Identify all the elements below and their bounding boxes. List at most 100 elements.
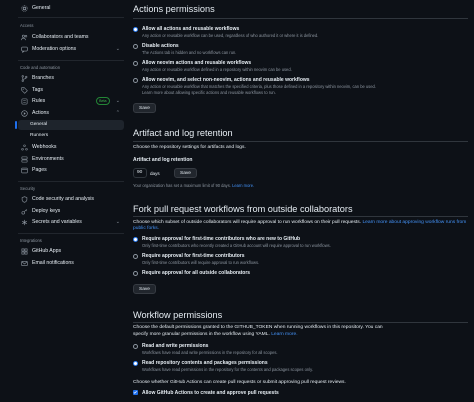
learn-more-link[interactable]: Learn more.: [232, 183, 254, 188]
section-head-security: Security: [20, 186, 36, 191]
section-divider: [133, 141, 468, 142]
sidebar-item-tags[interactable]: Tags: [18, 85, 124, 95]
radio-label: Require approval for first-time contribu…: [142, 253, 245, 259]
pr-description: Choose whether GitHub Actions can create…: [133, 380, 346, 385]
radio-button[interactable]: [133, 253, 139, 259]
learn-more-link[interactable]: Learn more about allowing specific actio…: [142, 90, 276, 95]
sidebar-item-label: Deploy keys: [32, 207, 61, 214]
section-title-artifact: Artifact and log retention: [133, 128, 233, 138]
chevron-down-icon: ⌄: [115, 218, 120, 225]
workflow-desc-line2: specify more granular permissions in the…: [133, 332, 298, 338]
radio-help: Any action or reusable workflow defined …: [142, 66, 292, 72]
shield-lock-icon: [20, 195, 28, 203]
sidebar-item-code-security[interactable]: Code security and analysis: [18, 194, 124, 204]
asterisk-icon: [20, 218, 28, 226]
sidebar-item-actions[interactable]: Actions ⌃: [18, 108, 124, 118]
section-description: Choose the repository settings for artif…: [133, 145, 246, 150]
retention-days-input[interactable]: 90: [133, 168, 147, 178]
sidebar-item-label: Moderation options: [32, 45, 77, 52]
radio-button[interactable]: [133, 270, 139, 276]
sidebar-item-secrets[interactable]: Secrets and variables ⌄: [18, 217, 124, 227]
sidebar-item-rules[interactable]: Rules Beta ⌄: [18, 96, 124, 106]
fork-desc-text: Choose which subset of outside collabora…: [133, 220, 362, 225]
chevron-down-icon: ⌄: [115, 97, 120, 104]
radio-label: Require approval for all outside collabo…: [142, 270, 251, 276]
sidebar-divider: [18, 181, 124, 182]
section-divider: [133, 322, 468, 323]
radio-button[interactable]: [133, 360, 139, 366]
allow-pr-label: Allow GitHub Actions to create and appro…: [142, 390, 279, 396]
sidebar-item-actions-runners[interactable]: Runners: [18, 131, 124, 141]
workflow-desc-line1: Choose the default permissions granted t…: [133, 325, 383, 330]
radio-button[interactable]: [133, 26, 139, 32]
radio-button[interactable]: [133, 77, 139, 83]
retention-help-text: Your organization has set a maximum limi…: [133, 183, 231, 188]
radio-button[interactable]: [133, 343, 139, 349]
rules-icon: [20, 97, 28, 105]
sidebar-item-label: Branches: [32, 74, 54, 81]
sidebar-item-label: Actions: [32, 109, 50, 116]
retention-label: Artifact and log retention: [133, 157, 193, 163]
sidebar-item-label: Pages: [32, 166, 47, 173]
sidebar-item-environments[interactable]: Environments: [18, 154, 124, 164]
play-icon: [20, 109, 28, 117]
browser-icon: [20, 166, 28, 174]
radio-help: The Actions tab is hidden and no workflo…: [142, 49, 237, 55]
mail-icon: [20, 259, 28, 267]
sidebar-item-pages[interactable]: Pages: [18, 165, 124, 175]
sidebar-item-label: Webhooks: [32, 143, 57, 150]
radio-button[interactable]: [133, 236, 139, 242]
sidebar-item-label: GitHub Apps: [32, 247, 62, 254]
save-retention-button[interactable]: Save: [174, 168, 197, 178]
sidebar-item-branches[interactable]: Branches: [18, 73, 124, 83]
sidebar-item-actions-general[interactable]: General: [18, 120, 124, 130]
chevron-down-icon: ⌄: [115, 45, 120, 52]
beta-badge: Beta: [95, 97, 110, 105]
comment-icon: [20, 45, 28, 53]
radio-help: Only first-time contributors who recentl…: [142, 242, 331, 248]
allow-pr-checkbox[interactable]: [133, 390, 139, 396]
section-divider: [133, 18, 468, 19]
learn-more-link[interactable]: Learn: [362, 220, 375, 225]
gear-icon: [20, 4, 28, 12]
tag-icon: [20, 86, 28, 94]
sidebar-divider: [18, 60, 124, 61]
sidebar-item-deploy-keys[interactable]: Deploy keys: [18, 206, 124, 216]
radio-help: Workflows have read permissions in the r…: [142, 366, 313, 372]
key-icon: [20, 207, 28, 215]
learn-more-link[interactable]: Learn more.: [271, 332, 297, 337]
radio-label: Allow neovim, and select non-neovim, act…: [142, 77, 310, 83]
retention-help: Your organization has set a maximum limi…: [133, 183, 254, 188]
active-indicator: [15, 121, 17, 129]
section-divider: [133, 216, 468, 217]
sidebar-item-moderation[interactable]: Moderation options ⌄: [18, 44, 124, 54]
apps-icon: [20, 247, 28, 255]
section-title-workflow: Workflow permissions: [133, 310, 223, 320]
radio-label: Allow all actions and reusable workflows: [142, 26, 240, 32]
sidebar-item-collaborators[interactable]: Collaborators and teams: [18, 32, 124, 42]
radio-help: Workflows have read and write permission…: [142, 349, 278, 355]
save-button[interactable]: Save: [133, 103, 156, 113]
days-unit: days: [150, 171, 160, 176]
radio-button[interactable]: [133, 60, 139, 66]
sidebar-divider: [18, 233, 124, 234]
main-content: Actions permissions Allow all actions an…: [133, 0, 470, 402]
sidebar-item-general[interactable]: General: [18, 3, 124, 13]
sidebar-item-label: Environments: [32, 155, 64, 162]
sidebar-divider: [18, 17, 124, 18]
sidebar-item-webhooks[interactable]: Webhooks: [18, 142, 124, 152]
section-head-integrations: Integrations: [20, 238, 42, 243]
radio-help: Any action or reusable workflow that mat…: [142, 83, 376, 89]
sidebar-item-label: General: [30, 122, 48, 127]
section-title-actions-permissions: Actions permissions: [133, 4, 215, 14]
radio-label: Read and write permissions: [142, 343, 209, 349]
save-fork-button[interactable]: Save: [133, 284, 156, 294]
workflow-desc-text: specify more granular permissions in the…: [133, 332, 270, 337]
radio-help: Only first-time contributors will requir…: [142, 259, 260, 265]
people-icon: [20, 33, 28, 41]
radio-button[interactable]: [133, 43, 139, 49]
check-icon: [134, 391, 138, 395]
webhook-icon: [20, 143, 28, 151]
sidebar-item-github-apps[interactable]: GitHub Apps: [18, 246, 124, 256]
sidebar-item-email[interactable]: Email notifications: [18, 258, 124, 268]
